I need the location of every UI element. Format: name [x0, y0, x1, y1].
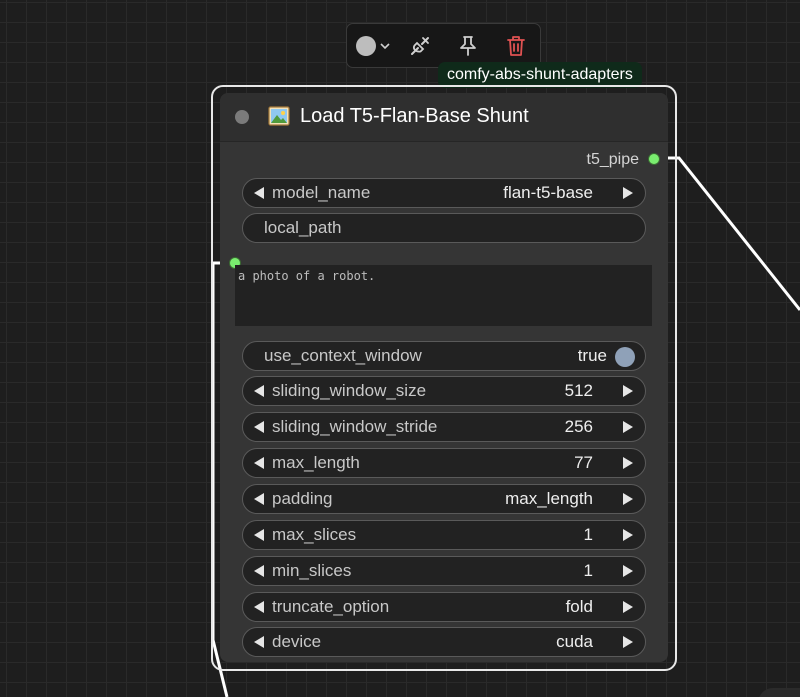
output-wire — [668, 156, 800, 311]
image-icon — [268, 106, 290, 126]
decrement-arrow-icon[interactable] — [252, 454, 266, 472]
widget-label: sliding_window_stride — [272, 417, 438, 436]
increment-arrow-icon[interactable] — [621, 490, 635, 508]
pin-icon — [460, 36, 476, 56]
widget-label: use_context_window — [264, 346, 422, 365]
delete-button[interactable] — [501, 31, 531, 61]
widget-value: flan-t5-base — [503, 183, 593, 202]
widget-value: 1 — [583, 525, 593, 544]
widget-label: sliding_window_size — [272, 381, 427, 400]
widget-local-path[interactable]: local_path — [242, 213, 646, 243]
widget-value: fold — [565, 597, 593, 616]
widget-model-name[interactable]: model_name flan-t5-base — [242, 178, 646, 208]
widget-label: device — [272, 632, 322, 651]
increment-arrow-icon[interactable] — [621, 454, 635, 472]
collapse-toggle[interactable] — [235, 110, 249, 124]
decrement-arrow-icon[interactable] — [252, 184, 266, 202]
bypass-icon — [411, 37, 429, 55]
widget-value: true — [577, 346, 607, 365]
pin-button[interactable] — [453, 31, 483, 61]
increment-arrow-icon[interactable] — [621, 598, 635, 616]
load-t5-shunt-node[interactable]: Load T5-Flan-Base Shunt t5_pipe model_na… — [220, 93, 668, 662]
widget-label: min_slices — [272, 561, 352, 580]
bypass-button[interactable] — [405, 31, 435, 61]
widget-value: 256 — [564, 417, 593, 436]
widget-label: truncate_option — [272, 597, 390, 616]
increment-arrow-icon[interactable] — [621, 184, 635, 202]
decrement-arrow-icon[interactable] — [252, 633, 266, 651]
widget-value: 512 — [564, 381, 593, 400]
color-picker-button[interactable] — [353, 31, 393, 61]
widget-label: max_slices — [272, 525, 357, 544]
widget-sliding-window-stride[interactable]: sliding_window_stride 256 — [242, 412, 646, 442]
widget-label: model_name — [272, 183, 371, 202]
color-picker-icon — [356, 36, 376, 56]
decrement-arrow-icon[interactable] — [252, 382, 266, 400]
increment-arrow-icon[interactable] — [621, 418, 635, 436]
chevron-down-icon — [380, 43, 390, 50]
widget-use-context-window[interactable]: use_context_window true — [242, 341, 646, 371]
output-slot-t5-pipe[interactable] — [648, 153, 660, 165]
decrement-arrow-icon[interactable] — [252, 490, 266, 508]
increment-arrow-icon[interactable] — [621, 526, 635, 544]
output-label-t5-pipe: t5_pipe — [586, 151, 640, 168]
decrement-arrow-icon[interactable] — [252, 598, 266, 616]
increment-arrow-icon[interactable] — [621, 382, 635, 400]
widget-label: padding — [272, 489, 333, 508]
node-header[interactable]: Load T5-Flan-Base Shunt — [220, 93, 668, 142]
prompt-textarea[interactable]: a photo of a robot. — [235, 265, 652, 326]
widget-max-length[interactable]: max_length 77 — [242, 448, 646, 478]
widget-label: local_path — [264, 218, 342, 237]
node-title: Load T5-Flan-Base Shunt — [300, 105, 529, 127]
widget-max-slices[interactable]: max_slices 1 — [242, 520, 646, 550]
decrement-arrow-icon[interactable] — [252, 562, 266, 580]
widget-min-slices[interactable]: min_slices 1 — [242, 556, 646, 586]
widget-device[interactable]: device cuda — [242, 627, 646, 657]
decrement-arrow-icon[interactable] — [252, 418, 266, 436]
decrement-arrow-icon[interactable] — [252, 526, 266, 544]
widget-value: max_length — [505, 489, 593, 508]
widget-truncate-option[interactable]: truncate_option fold — [242, 592, 646, 622]
widget-label: max_length — [272, 453, 360, 472]
increment-arrow-icon[interactable] — [621, 633, 635, 651]
widget-sliding-window-size[interactable]: sliding_window_size 512 — [242, 376, 646, 406]
canvas-corner-control — [758, 688, 800, 697]
widget-padding[interactable]: padding max_length — [242, 484, 646, 514]
trash-icon — [507, 36, 525, 56]
widget-value: cuda — [556, 632, 593, 651]
increment-arrow-icon[interactable] — [621, 562, 635, 580]
widget-value: 1 — [583, 561, 593, 580]
widget-value: 77 — [574, 453, 593, 472]
toggle-knob[interactable] — [615, 347, 635, 367]
